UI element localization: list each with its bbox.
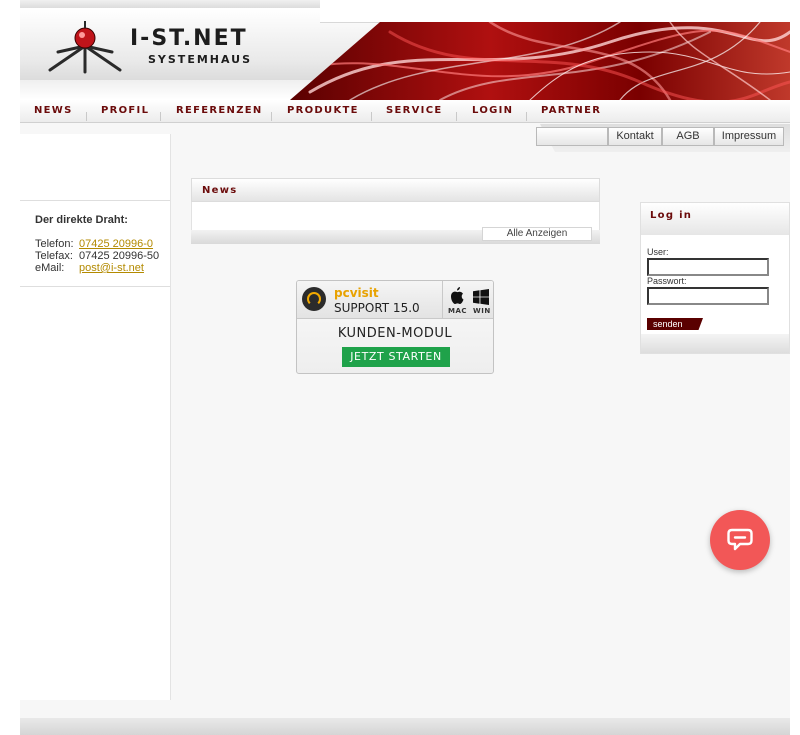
header: I-ST.NET SYSTEMHAUS (20, 0, 790, 101)
nav-separator (160, 112, 161, 121)
pcvisit-header: pcvisit SUPPORT 15.0 MAC WIN (297, 281, 493, 319)
contact-email-link[interactable]: post@i-st.net (79, 262, 144, 274)
news-box: News Alle Anzeigen (191, 178, 600, 244)
pcvisit-start-button[interactable]: JETZT STARTEN (342, 347, 450, 367)
nav-item-login[interactable]: Login (472, 105, 513, 116)
pcvisit-win-label: WIN (473, 307, 491, 315)
nav-item-service[interactable]: Service (386, 105, 442, 116)
login-password-label: Passwort: (647, 276, 687, 286)
nav-item-news[interactable]: News (34, 105, 73, 116)
login-box: Log in User: Passwort: senden (640, 202, 790, 354)
pcvisit-logo-icon (302, 287, 326, 311)
apple-icon (451, 287, 464, 304)
contact-phone-row: Telefon: 07425 20996-0 (35, 238, 153, 250)
pcvisit-os-panel: MAC WIN (442, 281, 493, 318)
contact-fax-row: Telefax: 07425 20996-50 (35, 250, 159, 262)
login-password-input[interactable] (647, 287, 769, 305)
login-user-label: User: (647, 247, 669, 257)
nav-item-referenzen[interactable]: Referenzen (176, 105, 263, 116)
pcvisit-mac-label: MAC (448, 307, 468, 315)
site-subtitle: SYSTEMHAUS (148, 53, 253, 66)
nav-item-produkte[interactable]: Produkte (287, 105, 359, 116)
pcvisit-version: SUPPORT 15.0 (334, 301, 420, 315)
nav-separator (86, 112, 87, 121)
nav-separator (371, 112, 372, 121)
nav-separator (456, 112, 457, 121)
contact-phone-label: Telefon: (35, 238, 74, 250)
login-footer (641, 334, 789, 353)
page-footer (20, 718, 790, 735)
subnav-kontakt[interactable]: Kontakt (608, 127, 662, 146)
subnav-agb[interactable]: AGB (662, 127, 714, 146)
contact-phone-link[interactable]: 07425 20996-0 (79, 238, 153, 250)
login-user-input[interactable] (647, 258, 769, 276)
subnav-blank-button (536, 127, 608, 146)
news-header: News (191, 178, 600, 202)
nav-separator (271, 112, 272, 121)
contact-fax-label: Telefax: (35, 250, 73, 262)
news-content (191, 202, 600, 230)
left-sidebar: Der direkte Draht: Telefon: 07425 20996-0… (20, 134, 171, 700)
news-title: News (202, 185, 238, 196)
contact-title: Der direkte Draht: (35, 214, 128, 226)
header-top-panel (320, 0, 790, 23)
nav-item-partner[interactable]: Partner (541, 105, 601, 116)
nav-item-profil[interactable]: Profil (101, 105, 149, 116)
main-nav: News Profil Referenzen Produkte Service … (20, 100, 790, 123)
login-title: Log in (650, 210, 693, 221)
site-title[interactable]: I-ST.NET (130, 26, 248, 51)
pcvisit-widget[interactable]: pcvisit SUPPORT 15.0 MAC WIN KUNDEN-MODU… (296, 280, 494, 374)
chat-icon (727, 528, 753, 551)
windows-icon (473, 289, 489, 305)
login-header: Log in (641, 203, 789, 235)
subnav-impressum[interactable]: Impressum (714, 127, 784, 146)
nav-separator (526, 112, 527, 121)
news-show-all-button[interactable]: Alle Anzeigen (482, 227, 592, 241)
logo-bug-icon[interactable] (44, 18, 126, 78)
login-submit-button[interactable]: senden (647, 318, 703, 330)
sidebar-divider (20, 200, 170, 201)
pcvisit-module-label: KUNDEN-MODUL (337, 326, 453, 341)
contact-email-label: eMail: (35, 262, 65, 274)
chat-button[interactable] (710, 510, 770, 570)
sidebar-divider (20, 286, 170, 287)
contact-email-row: eMail: post@i-st.net (35, 262, 144, 274)
pcvisit-brand: pcvisit (334, 286, 379, 300)
contact-fax-value: 07425 20996-50 (79, 250, 160, 262)
